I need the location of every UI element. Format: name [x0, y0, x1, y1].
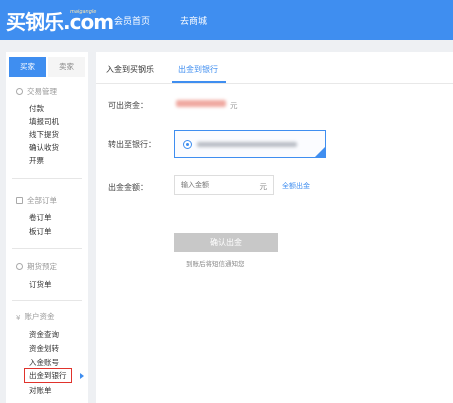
top-bar: 买钢乐.com maigangle 会员首页 去商城: [0, 0, 453, 40]
sidebar-item-invoice[interactable]: 开票: [29, 155, 44, 166]
group-all-orders: 全部订单: [16, 195, 57, 206]
tab-withdraw[interactable]: 出金到银行: [178, 64, 218, 75]
bank-label: 转出至银行：: [108, 140, 156, 149]
bank-account-option[interactable]: ✓: [174, 130, 334, 158]
circle-icon: [16, 88, 23, 95]
sidebar-tabs: 买家 卖家: [9, 57, 85, 77]
divider: [12, 248, 82, 249]
nav-member-home[interactable]: 会员首页: [114, 14, 150, 27]
sidebar-item-coil-orders[interactable]: 卷订单: [29, 212, 52, 223]
sidebar-item-statement[interactable]: 对账单: [29, 385, 52, 396]
main-panel: 入金到买钢乐 出金到银行 可出资金： 元 转出至银行： ✓ 出金金额： 元 全额…: [96, 52, 453, 403]
yen-icon: ¥: [16, 314, 21, 322]
active-arrow-icon: [80, 373, 84, 379]
order-icon: [16, 197, 23, 204]
group-account-funds: ¥ 账户资金: [16, 312, 55, 322]
sidebar-item-deposit-account[interactable]: 入金账号: [29, 357, 59, 368]
amount-field[interactable]: 元: [174, 175, 274, 195]
sidebar-item-order-sheet[interactable]: 订货单: [29, 279, 52, 290]
available-funds-unit: 元: [230, 101, 238, 110]
sidebar-item-confirm-receipt[interactable]: 确认收货: [29, 142, 59, 153]
divider: [12, 178, 82, 179]
bank-account-redacted: [197, 142, 297, 147]
withdraw-all-link[interactable]: 全额出金: [282, 181, 310, 191]
available-funds-label: 可出资金：: [108, 101, 148, 110]
tab-deposit[interactable]: 入金到买钢乐: [106, 64, 154, 75]
confirm-withdraw-button[interactable]: 确认出金: [174, 233, 278, 252]
tab-seller[interactable]: 卖家: [48, 57, 85, 77]
nav-go-mall[interactable]: 去商城: [180, 14, 207, 27]
group-trade-management: 交易管理: [16, 86, 57, 97]
radio-selected-icon[interactable]: [183, 140, 192, 149]
amount-unit: 元: [259, 182, 268, 191]
divider: [12, 300, 82, 301]
sidebar-item-plate-orders[interactable]: 板订单: [29, 226, 52, 237]
site-logo-sub: maigangle: [70, 9, 97, 15]
clock-icon: [16, 263, 23, 270]
sms-hint: 到账后将短信通知您: [186, 260, 245, 268]
sidebar-item-pay[interactable]: 付款: [29, 103, 44, 114]
site-logo[interactable]: 买钢乐.com: [6, 6, 114, 35]
tab-divider: [96, 83, 453, 84]
group-futures: 期货预定: [16, 261, 57, 272]
sidebar-item-fund-query[interactable]: 资金查询: [29, 329, 59, 340]
tab-buyer[interactable]: 买家: [9, 57, 46, 77]
sidebar-item-offline-pickup[interactable]: 线下提货: [29, 129, 59, 140]
amount-input[interactable]: [175, 176, 245, 194]
sidebar-item-fund-transfer[interactable]: 资金划转: [29, 343, 59, 354]
sidebar-item-withdraw-to-bank[interactable]: 出金到银行: [24, 368, 72, 383]
sidebar-item-driver[interactable]: 填报司机: [29, 116, 59, 127]
amount-label: 出金金额：: [108, 183, 148, 192]
available-funds-value-redacted: [176, 100, 226, 107]
checkmark-corner-icon: ✓: [315, 147, 334, 157]
